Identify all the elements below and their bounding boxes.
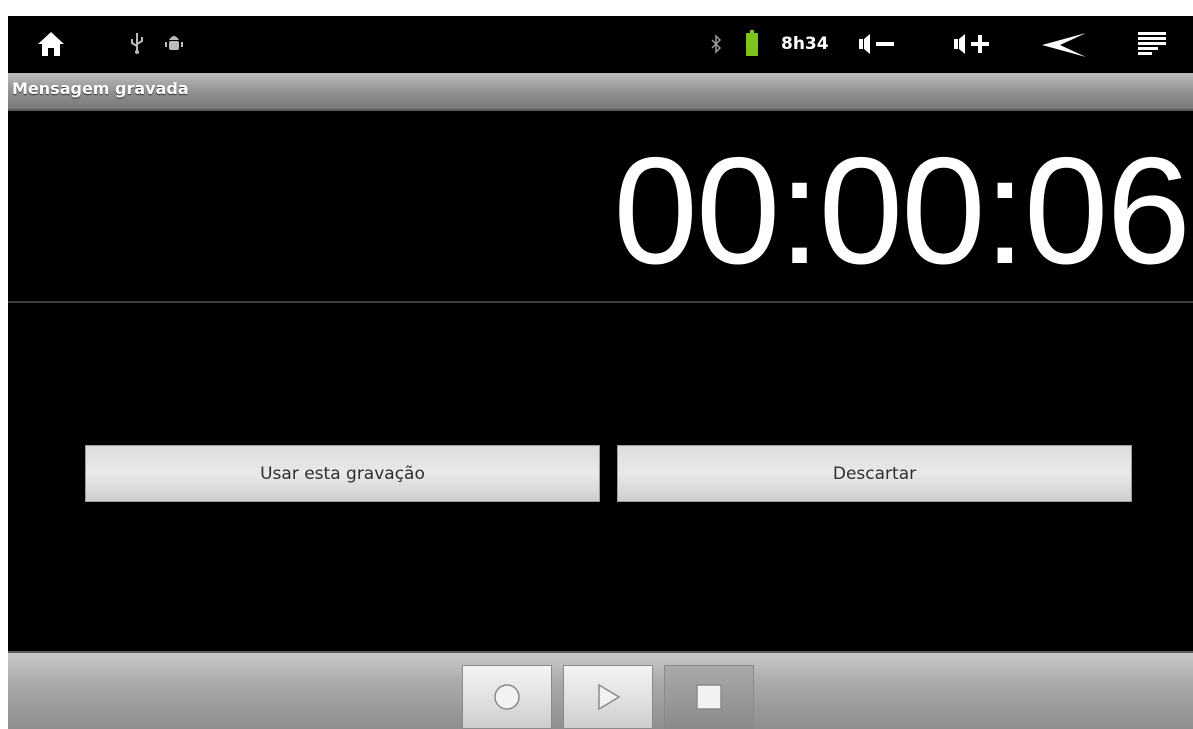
status-time: 8h34 — [781, 34, 829, 54]
stop-button[interactable] — [664, 665, 754, 729]
record-icon — [494, 684, 520, 710]
menu-icon[interactable] — [1135, 29, 1169, 59]
volume-down-icon[interactable] — [856, 30, 902, 58]
volume-up-icon[interactable] — [951, 30, 997, 58]
back-icon[interactable] — [1039, 30, 1091, 60]
play-button[interactable] — [563, 665, 653, 729]
play-icon — [598, 683, 621, 711]
title-bar: Mensagem gravada — [8, 73, 1193, 111]
discard-button[interactable]: Descartar — [617, 445, 1132, 502]
status-bar: 8h34 — [8, 16, 1193, 73]
record-button[interactable] — [462, 665, 552, 729]
usb-icon — [128, 30, 146, 56]
recorder-screen: 8h34 Mensagem gravada 00:00:06 Usar esta… — [8, 16, 1193, 729]
page-title: Mensagem gravada — [12, 79, 189, 98]
home-icon[interactable] — [34, 28, 68, 60]
android-debug-icon — [164, 31, 184, 53]
use-recording-button[interactable]: Usar esta gravação — [85, 445, 600, 502]
bluetooth-icon — [709, 33, 723, 55]
elapsed-timer: 00:00:06 — [613, 126, 1191, 296]
stop-icon — [696, 684, 722, 710]
playback-controls — [8, 651, 1193, 729]
battery-icon — [745, 29, 759, 57]
divider — [8, 301, 1193, 303]
